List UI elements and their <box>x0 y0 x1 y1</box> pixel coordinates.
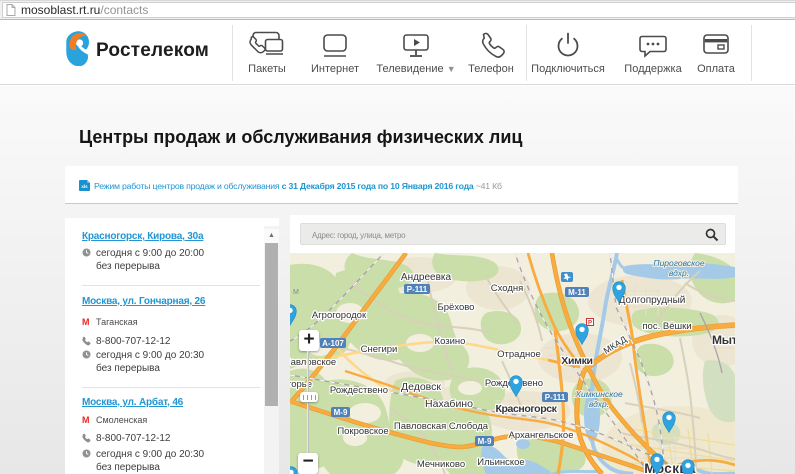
svg-text:Брёхово: Брёхово <box>438 302 475 313</box>
svg-text:М-9: М-9 <box>478 437 492 446</box>
svg-text:М-9: М-9 <box>334 408 348 417</box>
svg-text:Мытищи: Мытищи <box>712 333 735 347</box>
svg-text:Отрадное: Отрадное <box>497 349 541 360</box>
svg-text:Мечниково: Мечниково <box>417 459 465 470</box>
svg-text:Павловская Слобода: Павловская Слобода <box>394 421 489 432</box>
svg-text:Р-111: Р-111 <box>407 285 428 294</box>
svg-text:А-107: А-107 <box>322 339 344 348</box>
svg-text:Архангельское: Архангельское <box>509 430 574 441</box>
svg-text:Козино: Козино <box>435 336 466 347</box>
svg-text:Химкинское: Химкинское <box>574 389 623 399</box>
svg-text:Покровское: Покровское <box>337 426 388 437</box>
svg-text:xls: xls <box>81 184 88 189</box>
svg-text:Андреевка: Андреевка <box>401 272 452 283</box>
svg-text:Долгопрудный: Долгопрудный <box>619 295 686 306</box>
svg-text:Нахабино: Нахабино <box>425 398 473 410</box>
svg-text:Химки: Химки <box>561 355 592 367</box>
svg-text:вдхр.: вдхр. <box>589 399 609 409</box>
svg-text:Рождествено: Рождествено <box>330 385 388 396</box>
svg-text:Снегири: Снегири <box>361 344 398 355</box>
svg-text:Пироговское: Пироговское <box>653 258 704 268</box>
svg-text:Дедовск: Дедовск <box>401 381 441 393</box>
svg-text:Р: Р <box>588 321 592 327</box>
svg-text:вдхр.: вдхр. <box>669 268 689 278</box>
svg-text:М: М <box>293 289 299 296</box>
svg-text:М-11: М-11 <box>568 288 586 297</box>
svg-text:Р-111: Р-111 <box>545 393 566 402</box>
svg-text:Красногорск: Красногорск <box>495 403 557 415</box>
svg-text:пос. Вёшки: пос. Вёшки <box>642 321 691 332</box>
svg-text:Павловское: Павловское <box>290 357 336 368</box>
svg-text:Сходня: Сходня <box>491 283 524 294</box>
svg-text:Агрогородок: Агрогородок <box>312 310 367 321</box>
svg-text:Ильинское: Ильинское <box>477 457 524 468</box>
